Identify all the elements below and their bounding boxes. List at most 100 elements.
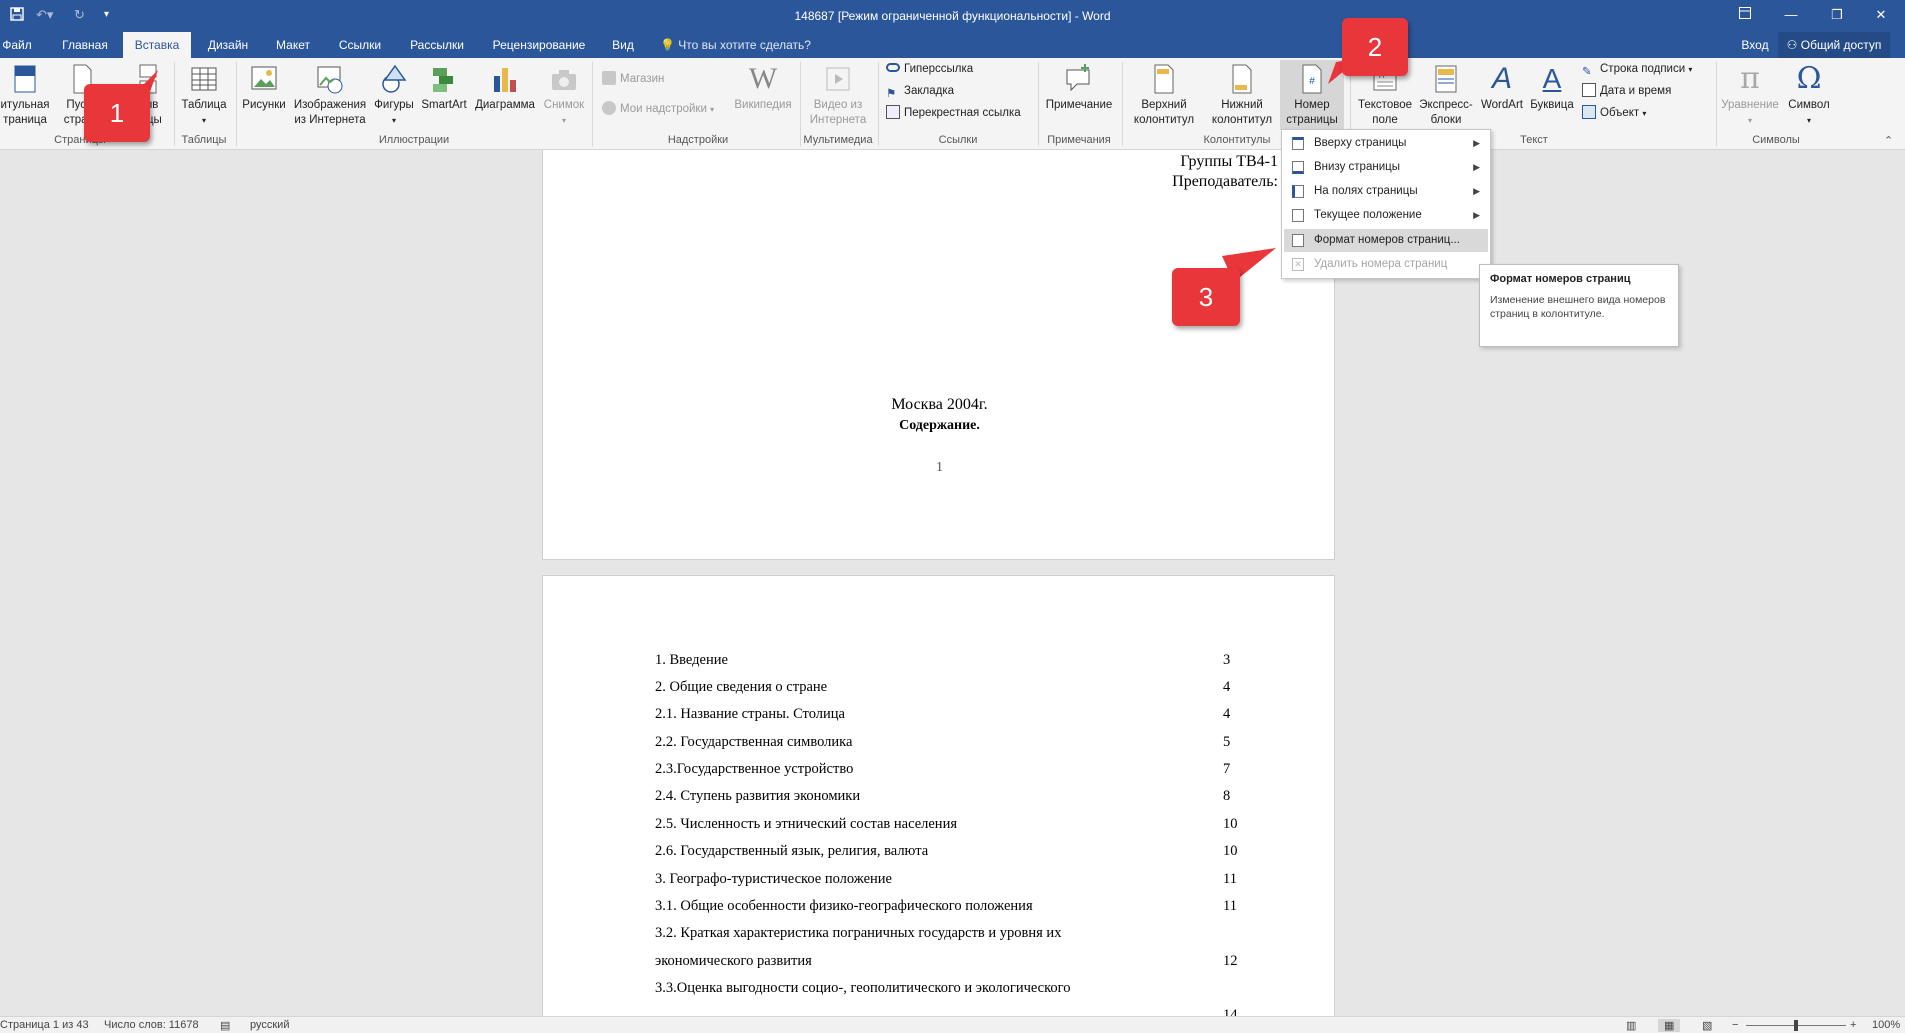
quick-parts-button[interactable]: Экспресс- блоки: [1416, 62, 1476, 128]
ribbon-options-icon[interactable]: [1722, 0, 1768, 32]
chart-icon: [494, 68, 516, 92]
cover-page-label: итульная траница: [0, 99, 50, 126]
web-layout-icon[interactable]: ▧: [1702, 1019, 1712, 1032]
smartart-label: SmartArt: [421, 99, 467, 111]
status-page-count[interactable]: Страница 1 из 43: [0, 1019, 89, 1031]
tell-me-search[interactable]: 💡 Что вы хотите сделать?: [660, 32, 811, 58]
online-video-label: Видео из Интернета: [809, 99, 867, 126]
menu-item-label: Удалить номера страниц: [1314, 258, 1448, 270]
toc-page: 11: [1223, 898, 1237, 914]
toc-page: 8: [1223, 788, 1231, 804]
date-time-label: Дата и время: [1600, 85, 1672, 97]
pictures-button[interactable]: Рисунки: [240, 62, 288, 113]
proofing-icon[interactable]: ▤: [220, 1019, 230, 1032]
print-layout-icon[interactable]: ▦: [1658, 1019, 1681, 1032]
shapes-label: Фигуры: [374, 99, 414, 111]
tab-references[interactable]: Ссылки: [330, 32, 390, 58]
shapes-button[interactable]: Фигуры ▾: [370, 62, 418, 128]
chart-button[interactable]: Диаграмма: [472, 62, 538, 113]
equation-label: Уравнение: [1721, 99, 1779, 111]
zoom-slider-thumb[interactable]: [1794, 1020, 1798, 1031]
table-button[interactable]: Таблица ▾: [178, 62, 230, 128]
document-page-1[interactable]: Группы ТВ4-1 Преподаватель: Москва 2004г…: [542, 150, 1335, 560]
toc-page: 7: [1223, 761, 1231, 777]
link-icon: [886, 63, 900, 72]
menu-item-remove-page-numbers[interactable]: ✕ Удалить номера страниц: [1284, 253, 1488, 276]
signature-line-button[interactable]: ✎ Строка подписи ▾: [1582, 60, 1692, 78]
menu-item-current-position[interactable]: Текущее положение ▶: [1284, 204, 1488, 227]
toc-page: 14: [1223, 1007, 1238, 1016]
bookmark-button[interactable]: ⚑ Закладка: [886, 82, 954, 100]
wordart-button[interactable]: A WordArt: [1478, 62, 1526, 113]
read-mode-icon[interactable]: ▥: [1626, 1019, 1636, 1032]
menu-item-format-page-numbers[interactable]: Формат номеров страниц...: [1284, 229, 1488, 252]
document-page-2[interactable]: 1. Введение 3 2. Общие сведения о стране 4…: [542, 575, 1335, 1016]
footer-icon: [1232, 64, 1252, 94]
cross-reference-button[interactable]: Перекрестная ссылка: [886, 104, 1021, 122]
equation-button[interactable]: π Уравнение ▾: [1718, 62, 1782, 128]
share-button[interactable]: ⚇ Общий доступ: [1778, 32, 1890, 58]
tab-view[interactable]: Вид: [605, 32, 641, 58]
chevron-down-icon: ▾: [391, 116, 396, 125]
cover-page-button[interactable]: итульная траница: [0, 62, 52, 128]
toc-title: 2.1. Название страны. Столица: [655, 706, 845, 722]
wordart-label: WordArt: [1481, 99, 1523, 111]
pictures-icon: [251, 66, 277, 90]
tab-review[interactable]: Рецензирование: [487, 32, 591, 58]
toc-title: 2.2. Государственная символика: [655, 734, 853, 750]
online-video-button[interactable]: Видео из Интернета: [806, 62, 870, 128]
signin-link[interactable]: Вход: [1735, 32, 1775, 58]
quick-parts-icon: [1435, 65, 1457, 93]
toc-title: 2. Общие сведения о стране: [655, 679, 828, 695]
store-button[interactable]: Магазин: [602, 70, 664, 88]
smartart-button[interactable]: SmartArt: [418, 62, 470, 113]
tab-home[interactable]: Главная: [55, 32, 115, 58]
close-icon[interactable]: ✕: [1858, 0, 1904, 32]
comment-button[interactable]: Примечание: [1042, 62, 1116, 113]
tab-design[interactable]: Дизайн: [200, 32, 256, 58]
footer-button[interactable]: Нижний колонтитул: [1204, 62, 1280, 128]
status-word-count[interactable]: Число слов: 11678: [104, 1019, 199, 1031]
group-separator: [1716, 62, 1717, 146]
date-time-button[interactable]: Дата и время: [1582, 82, 1671, 100]
menu-item-bottom-of-page[interactable]: Внизу страницы ▶: [1284, 156, 1488, 179]
menu-item-page-margins[interactable]: На полях страницы ▶: [1284, 180, 1488, 203]
header-button[interactable]: Верхний колонтитул: [1126, 62, 1202, 128]
doc-teacher-line: Преподаватель:: [1172, 173, 1278, 190]
zoom-level[interactable]: 100%: [1872, 1019, 1900, 1031]
collapse-ribbon-icon[interactable]: ⌃: [1884, 134, 1893, 147]
bookmark-label: Закладка: [904, 85, 954, 97]
toc-row: 3.2. Краткая характеристика пограничных …: [655, 925, 1255, 945]
my-addins-button[interactable]: Мои надстройки ▾: [602, 100, 714, 118]
toc-title: экономического развития: [655, 953, 812, 969]
object-button[interactable]: Объект ▾: [1582, 104, 1646, 122]
tab-mailings[interactable]: Рассылки: [402, 32, 472, 58]
status-bar: Страница 1 из 43 Число слов: 11678 ▤ рус…: [0, 1016, 1905, 1033]
restore-icon[interactable]: ❐: [1814, 0, 1860, 32]
minimize-icon[interactable]: —: [1768, 0, 1814, 32]
tab-insert[interactable]: Вставка: [123, 32, 191, 58]
header-label: Верхний колонтитул: [1133, 99, 1195, 126]
tab-file[interactable]: Файл: [0, 32, 34, 58]
hyperlink-button[interactable]: Гиперссылка: [886, 60, 973, 78]
group-links-label: Ссылки: [938, 134, 978, 146]
toc-title: 3.2. Краткая характеристика пограничных …: [655, 925, 1062, 941]
header-icon: [1154, 64, 1174, 94]
status-language[interactable]: русский: [250, 1019, 289, 1031]
doc-page-number: 1: [936, 460, 943, 475]
object-icon: [1582, 105, 1596, 119]
menu-item-top-of-page[interactable]: Вверху страницы ▶: [1284, 132, 1488, 155]
symbol-button[interactable]: Ω Символ ▾: [1784, 62, 1834, 128]
drop-cap-button[interactable]: A Буквица: [1526, 62, 1578, 113]
zoom-out-icon[interactable]: −: [1732, 1019, 1738, 1031]
lightbulb-icon: 💡: [660, 38, 675, 52]
tab-layout[interactable]: Макет: [267, 32, 319, 58]
group-separator: [1038, 62, 1039, 146]
toc-page: 10: [1223, 843, 1238, 859]
person-icon: ⚇: [1786, 38, 1798, 52]
zoom-in-icon[interactable]: +: [1850, 1019, 1856, 1031]
online-pictures-button[interactable]: Изображения из Интернета: [292, 62, 368, 128]
wikipedia-button[interactable]: W Википедия: [730, 62, 796, 113]
screenshot-button[interactable]: Снимок ▾: [540, 62, 588, 128]
toc-row: 2.4. Ступень развития экономики 8: [655, 788, 1255, 808]
